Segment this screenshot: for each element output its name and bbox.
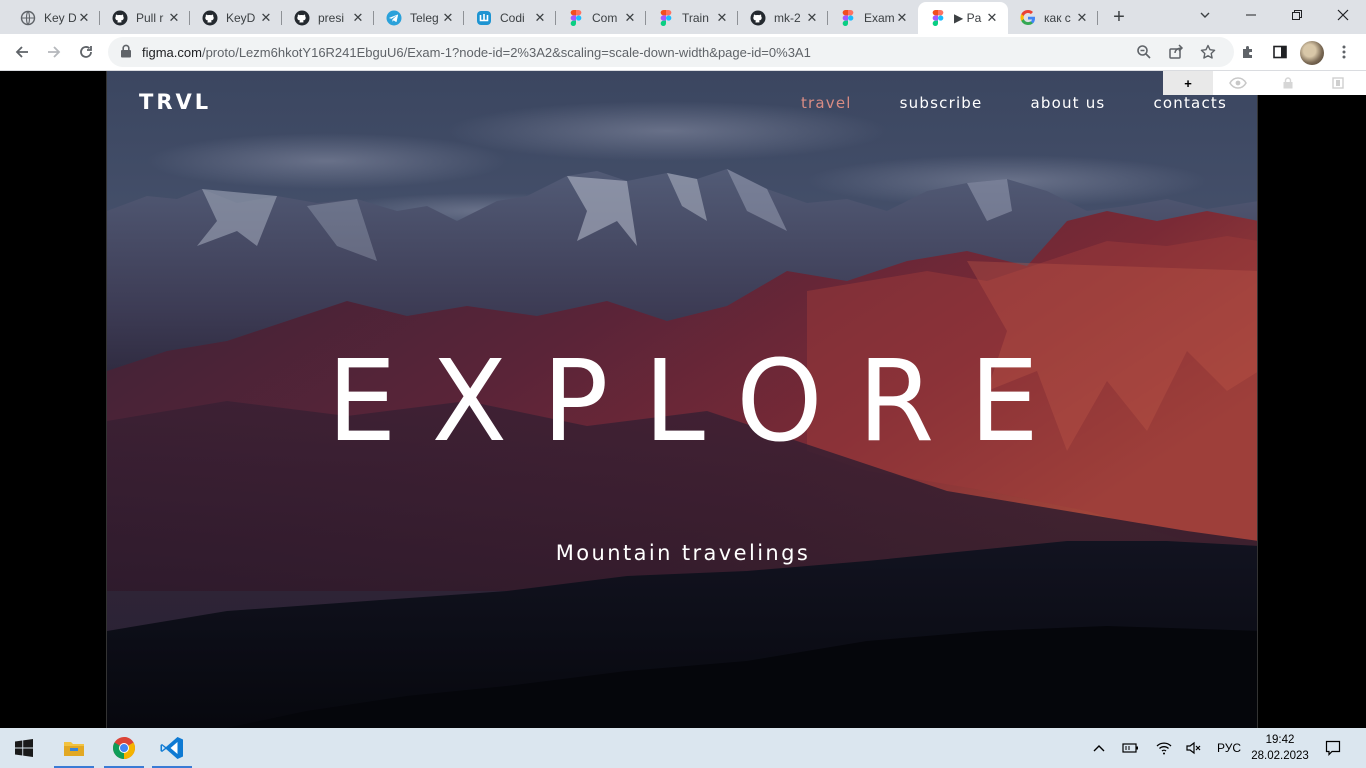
extensions-icon[interactable] xyxy=(1234,38,1262,66)
browser-tab[interactable]: Pull r ✕ xyxy=(100,4,190,32)
close-icon[interactable]: ✕ xyxy=(532,10,548,26)
zoom-icon[interactable] xyxy=(1132,40,1156,64)
figma-icon xyxy=(568,10,584,26)
tab-title: как с xyxy=(1044,11,1071,25)
frame-icon[interactable] xyxy=(1313,71,1363,95)
close-icon[interactable]: ✕ xyxy=(76,10,92,26)
clock-date: 28.02.2023 xyxy=(1251,750,1309,762)
bookmark-star-icon[interactable] xyxy=(1196,40,1220,64)
file-explorer-icon[interactable] xyxy=(50,728,98,768)
tab-title: Train xyxy=(682,11,709,25)
globe-icon xyxy=(20,10,36,26)
figma-icon xyxy=(930,10,946,26)
chrome-icon[interactable] xyxy=(100,728,148,768)
plus-button[interactable]: + xyxy=(1163,71,1213,95)
notifications-icon[interactable] xyxy=(1318,728,1348,768)
prototype-frame: TRVL travel subscribe about us contacts … xyxy=(106,71,1258,728)
tab-title: mk-2 xyxy=(774,11,801,25)
system-clock[interactable]: 19:42 28.02.2023 xyxy=(1246,732,1314,764)
nav-link-travel[interactable]: travel xyxy=(801,94,852,112)
tab-title: Pull r xyxy=(136,11,164,25)
restore-button[interactable] xyxy=(1274,0,1320,30)
nav-link-contacts[interactable]: contacts xyxy=(1153,94,1227,112)
share-icon[interactable] xyxy=(1164,40,1188,64)
side-panel-icon[interactable] xyxy=(1266,38,1294,66)
windows-start-icon[interactable] xyxy=(0,728,48,768)
lock-icon[interactable] xyxy=(1263,71,1313,95)
browser-tab[interactable]: presi ✕ xyxy=(282,4,374,32)
tab-search-icon[interactable] xyxy=(1182,0,1228,30)
profile-avatar[interactable] xyxy=(1300,41,1324,65)
forward-button[interactable] xyxy=(40,38,68,66)
clock-time: 19:42 xyxy=(1265,734,1295,746)
figma-prototype-controls: + xyxy=(1163,71,1366,95)
codewars-icon xyxy=(476,10,492,26)
close-icon[interactable]: ✕ xyxy=(622,10,638,26)
tab-title: Com xyxy=(592,11,618,25)
close-icon[interactable]: ✕ xyxy=(440,10,456,26)
github-icon xyxy=(202,10,218,26)
close-window-button[interactable] xyxy=(1320,0,1366,30)
browser-tab[interactable]: Key D ✕ xyxy=(8,4,100,32)
lock-icon[interactable] xyxy=(120,44,134,60)
tab-title: Codi xyxy=(500,11,525,25)
close-icon[interactable]: ✕ xyxy=(166,10,182,26)
wifi-icon[interactable] xyxy=(1152,728,1176,768)
close-icon[interactable]: ✕ xyxy=(1074,10,1090,26)
browser-tab[interactable]: KeyD ✕ xyxy=(190,4,282,32)
new-tab-button[interactable]: + xyxy=(1106,4,1132,30)
menu-kebab-icon[interactable] xyxy=(1330,38,1358,66)
close-icon[interactable]: ✕ xyxy=(894,10,910,26)
url-path: /proto/Lezm6hkotY16R241EbguU6/Exam-1?nod… xyxy=(201,45,811,60)
tab-title: ▶ Pa xyxy=(954,11,982,25)
tab-strip: Key D ✕ Pull r ✕ KeyD ✕ presi ✕ Teleg ✕ … xyxy=(0,0,1366,34)
hero-subtitle: Mountain travelings xyxy=(555,541,811,565)
eye-icon[interactable] xyxy=(1213,71,1263,95)
nav-link-about-us[interactable]: about us xyxy=(1030,94,1105,112)
telegram-icon xyxy=(386,10,402,26)
browser-tab[interactable]: Com ✕ xyxy=(556,4,646,32)
browser-tab[interactable]: Codi ✕ xyxy=(464,4,556,32)
windows-taskbar: РУС 19:42 28.02.2023 xyxy=(0,728,1366,768)
tab-title: KeyD xyxy=(226,11,256,25)
battery-icon[interactable] xyxy=(1118,728,1142,768)
vscode-icon[interactable] xyxy=(148,728,196,768)
google-icon xyxy=(1020,10,1036,26)
github-icon xyxy=(750,10,766,26)
hero-title: EXPLORE xyxy=(327,337,1075,467)
close-icon[interactable]: ✕ xyxy=(714,10,730,26)
volume-muted-icon[interactable] xyxy=(1182,728,1206,768)
browser-tab[interactable]: Teleg ✕ xyxy=(374,4,464,32)
back-button[interactable] xyxy=(8,38,36,66)
tab-title: Teleg xyxy=(410,11,439,25)
page-viewport: TRVL travel subscribe about us contacts … xyxy=(0,71,1366,728)
close-icon[interactable]: ✕ xyxy=(984,10,1000,26)
url-host: figma.com xyxy=(142,45,202,60)
figma-icon xyxy=(840,10,856,26)
browser-tab[interactable]: Train ✕ xyxy=(646,4,738,32)
tab-title: Exam xyxy=(864,11,894,25)
browser-tab[interactable]: mk-2 ✕ xyxy=(738,4,828,32)
close-icon[interactable]: ✕ xyxy=(804,10,820,26)
browser-toolbar: figma.com/proto/Lezm6hkotY16R241EbguU6/E… xyxy=(0,34,1366,71)
tab-title: presi xyxy=(318,11,345,25)
tab-title: Key D xyxy=(44,11,76,25)
nav-link-subscribe[interactable]: subscribe xyxy=(900,94,983,112)
browser-tab-active[interactable]: ▶ Pa ✕ xyxy=(918,2,1008,34)
close-icon[interactable]: ✕ xyxy=(258,10,274,26)
url-text: figma.com/proto/Lezm6hkotY16R241EbguU6/E… xyxy=(142,45,811,60)
browser-tab[interactable]: как с ✕ xyxy=(1008,4,1098,32)
reload-button[interactable] xyxy=(72,38,100,66)
site-logo[interactable]: TRVL xyxy=(139,90,211,114)
browser-tab[interactable]: Exam ✕ xyxy=(828,4,918,32)
github-icon xyxy=(112,10,128,26)
chevron-up-icon[interactable] xyxy=(1088,728,1110,768)
main-nav: travel subscribe about us contacts xyxy=(801,94,1227,112)
address-bar[interactable]: figma.com/proto/Lezm6hkotY16R241EbguU6/E… xyxy=(108,37,1234,67)
figma-icon xyxy=(658,10,674,26)
minimize-button[interactable] xyxy=(1228,0,1274,30)
github-icon xyxy=(294,10,310,26)
language-indicator[interactable]: РУС xyxy=(1212,728,1246,768)
close-icon[interactable]: ✕ xyxy=(350,10,366,26)
